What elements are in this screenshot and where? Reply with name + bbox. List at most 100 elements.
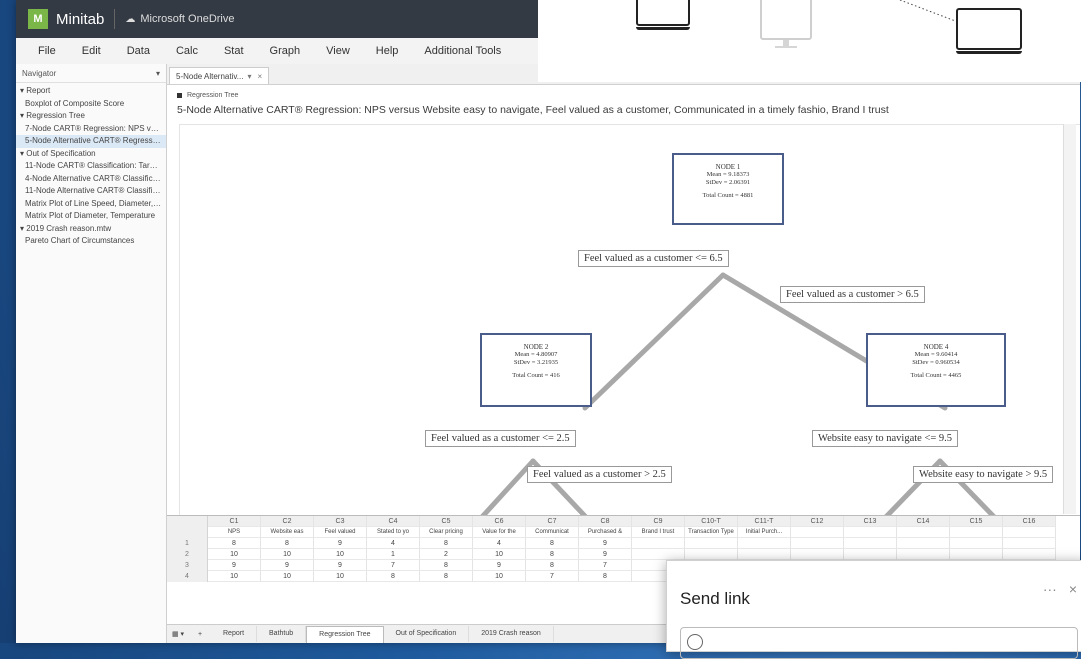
- data-cell[interactable]: 7: [367, 560, 420, 571]
- data-cell[interactable]: 9: [261, 560, 314, 571]
- data-cell[interactable]: 8: [367, 571, 420, 582]
- column-header[interactable]: C12: [791, 516, 844, 527]
- column-name-cell[interactable]: [897, 527, 950, 538]
- column-header[interactable]: C13: [844, 516, 897, 527]
- row-header[interactable]: 2: [167, 549, 208, 560]
- data-cell[interactable]: [738, 549, 791, 560]
- sheet-menu-icon[interactable]: ▦ ▾: [167, 630, 189, 638]
- column-header[interactable]: C4: [367, 516, 420, 527]
- column-header[interactable]: C8: [579, 516, 632, 527]
- column-name-cell[interactable]: Transaction Type: [685, 527, 738, 538]
- data-cell[interactable]: 10: [261, 549, 314, 560]
- column-name-cell[interactable]: [950, 527, 1003, 538]
- sheet-tab[interactable]: Report: [211, 625, 258, 642]
- add-sheet-icon[interactable]: +: [189, 631, 211, 638]
- data-cell[interactable]: 10: [473, 571, 526, 582]
- column-name-cell[interactable]: Website eas: [261, 527, 314, 538]
- recipient-field[interactable]: [680, 627, 1078, 659]
- navigator-item[interactable]: 11-Node Alternative CART® Classificatio.…: [16, 185, 166, 198]
- data-cell[interactable]: 1: [367, 549, 420, 560]
- row-header[interactable]: 3: [167, 560, 208, 571]
- data-cell[interactable]: 8: [261, 538, 314, 549]
- column-header[interactable]: C10-T: [685, 516, 738, 527]
- data-cell[interactable]: 9: [473, 560, 526, 571]
- menu-graph[interactable]: Graph: [257, 45, 314, 57]
- menu-file[interactable]: File: [16, 45, 69, 57]
- data-cell[interactable]: [844, 538, 897, 549]
- column-name-cell[interactable]: [1003, 527, 1056, 538]
- row-header[interactable]: [167, 516, 208, 527]
- data-cell[interactable]: [1003, 538, 1056, 549]
- row-header[interactable]: 4: [167, 571, 208, 582]
- data-cell[interactable]: 8: [208, 538, 261, 549]
- data-cell[interactable]: [632, 549, 685, 560]
- column-name-cell[interactable]: Clear pricing: [420, 527, 473, 538]
- column-header[interactable]: C7: [526, 516, 579, 527]
- data-cell[interactable]: [844, 549, 897, 560]
- row-header[interactable]: 1: [167, 538, 208, 549]
- data-cell[interactable]: 9: [579, 549, 632, 560]
- data-cell[interactable]: 10: [261, 571, 314, 582]
- data-cell[interactable]: 4: [367, 538, 420, 549]
- sheet-tab[interactable]: Regression Tree: [306, 625, 384, 643]
- tab-menu-icon[interactable]: ▾: [247, 72, 251, 81]
- column-name-cell[interactable]: Value for the: [473, 527, 526, 538]
- menu-additional-tools[interactable]: Additional Tools: [411, 45, 514, 57]
- navigator-item[interactable]: Matrix Plot of Line Speed, Diameter, Ten…: [16, 198, 166, 211]
- column-header[interactable]: C15: [950, 516, 1003, 527]
- data-cell[interactable]: [738, 538, 791, 549]
- data-cell[interactable]: 10: [314, 571, 367, 582]
- data-cell[interactable]: 2: [420, 549, 473, 560]
- navigator-group[interactable]: 2019 Crash reason.mtw: [16, 223, 166, 236]
- data-cell[interactable]: 8: [526, 549, 579, 560]
- data-cell[interactable]: 9: [314, 560, 367, 571]
- chevron-down-icon[interactable]: ▾: [156, 69, 160, 78]
- data-cell[interactable]: 10: [208, 571, 261, 582]
- data-cell[interactable]: 7: [526, 571, 579, 582]
- data-cell[interactable]: [791, 538, 844, 549]
- column-name-cell[interactable]: Stated to yo: [367, 527, 420, 538]
- data-cell[interactable]: 8: [526, 560, 579, 571]
- data-cell[interactable]: [1003, 549, 1056, 560]
- collapse-icon[interactable]: [177, 92, 182, 98]
- navigator-item[interactable]: Boxplot of Composite Score: [16, 98, 166, 111]
- menu-data[interactable]: Data: [114, 45, 163, 57]
- menu-edit[interactable]: Edit: [69, 45, 114, 57]
- column-header[interactable]: C5: [420, 516, 473, 527]
- column-name-cell[interactable]: Communicat: [526, 527, 579, 538]
- column-header[interactable]: C11-T: [738, 516, 791, 527]
- data-cell[interactable]: 8: [420, 560, 473, 571]
- column-name-cell[interactable]: Feel valued: [314, 527, 367, 538]
- data-cell[interactable]: [897, 538, 950, 549]
- navigator-group[interactable]: Regression Tree: [16, 110, 166, 123]
- data-cell[interactable]: [950, 549, 1003, 560]
- data-cell[interactable]: [685, 549, 738, 560]
- menu-calc[interactable]: Calc: [163, 45, 211, 57]
- more-options-icon[interactable]: ···: [1043, 581, 1057, 597]
- sheet-tab[interactable]: Bathtub: [257, 625, 307, 642]
- data-cell[interactable]: 9: [208, 560, 261, 571]
- column-header[interactable]: C6: [473, 516, 526, 527]
- data-cell[interactable]: 10: [473, 549, 526, 560]
- menu-stat[interactable]: Stat: [211, 45, 257, 57]
- navigator-item[interactable]: Matrix Plot of Diameter, Temperature: [16, 210, 166, 223]
- data-cell[interactable]: [632, 538, 685, 549]
- data-cell[interactable]: [791, 549, 844, 560]
- navigator-item[interactable]: 7-Node CART® Regression: NPS versus ...: [16, 123, 166, 136]
- column-header[interactable]: C2: [261, 516, 314, 527]
- column-header[interactable]: C9: [632, 516, 685, 527]
- navigator-item[interactable]: 5-Node Alternative CART® Regression ...: [16, 135, 166, 148]
- vertical-scrollbar[interactable]: [1063, 124, 1076, 514]
- data-cell[interactable]: [950, 538, 1003, 549]
- navigator-item[interactable]: 11-Node CART® Classification: Target ve.…: [16, 160, 166, 173]
- column-name-cell[interactable]: Initial Purch...: [738, 527, 791, 538]
- onedrive-account[interactable]: ☁ Microsoft OneDrive: [125, 13, 234, 25]
- close-icon[interactable]: ×: [257, 72, 262, 81]
- data-cell[interactable]: 9: [579, 538, 632, 549]
- column-name-cell[interactable]: [844, 527, 897, 538]
- column-name-cell[interactable]: NPS: [208, 527, 261, 538]
- data-cell[interactable]: 9: [314, 538, 367, 549]
- navigator-item[interactable]: 4-Node Alternative CART® Classification.…: [16, 173, 166, 186]
- sheet-tab[interactable]: 2019 Crash reason: [469, 625, 554, 642]
- data-cell[interactable]: 8: [526, 538, 579, 549]
